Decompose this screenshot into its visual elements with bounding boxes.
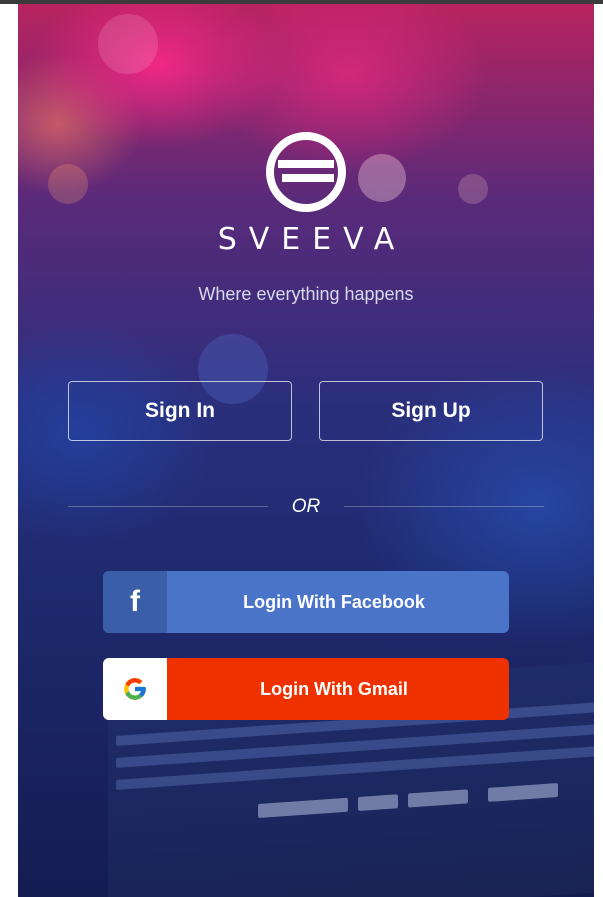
sign-up-button[interactable]: Sign Up bbox=[319, 381, 543, 441]
or-divider-label: OR bbox=[291, 496, 321, 517]
google-icon-box bbox=[103, 658, 167, 720]
facebook-icon: f bbox=[130, 585, 140, 618]
background-clip bbox=[258, 797, 348, 818]
background-bokeh bbox=[98, 14, 158, 74]
background-bokeh bbox=[358, 154, 406, 202]
background-clip bbox=[408, 789, 468, 808]
facebook-login-label: Login With Facebook bbox=[243, 591, 425, 612]
background-clip bbox=[488, 783, 558, 802]
background-bokeh bbox=[48, 164, 88, 204]
tagline: Where everything happens bbox=[198, 284, 414, 304]
facebook-icon-box: f bbox=[103, 571, 167, 633]
background-clip bbox=[358, 794, 398, 811]
facebook-login-button[interactable]: f Login With Facebook bbox=[103, 571, 509, 633]
login-screen: SVEEVA Where everything happens Sign In … bbox=[18, 4, 594, 897]
google-icon bbox=[124, 678, 146, 700]
or-divider: OR bbox=[68, 494, 544, 520]
sveeva-logo-icon bbox=[266, 132, 346, 212]
sign-in-button[interactable]: Sign In bbox=[68, 381, 292, 441]
background-bokeh bbox=[458, 174, 488, 204]
gmail-login-label: Login With Gmail bbox=[260, 678, 408, 699]
gmail-login-button[interactable]: Login With Gmail bbox=[103, 658, 509, 720]
divider-line bbox=[344, 506, 544, 507]
brand-name: SVEEVA bbox=[217, 222, 407, 257]
